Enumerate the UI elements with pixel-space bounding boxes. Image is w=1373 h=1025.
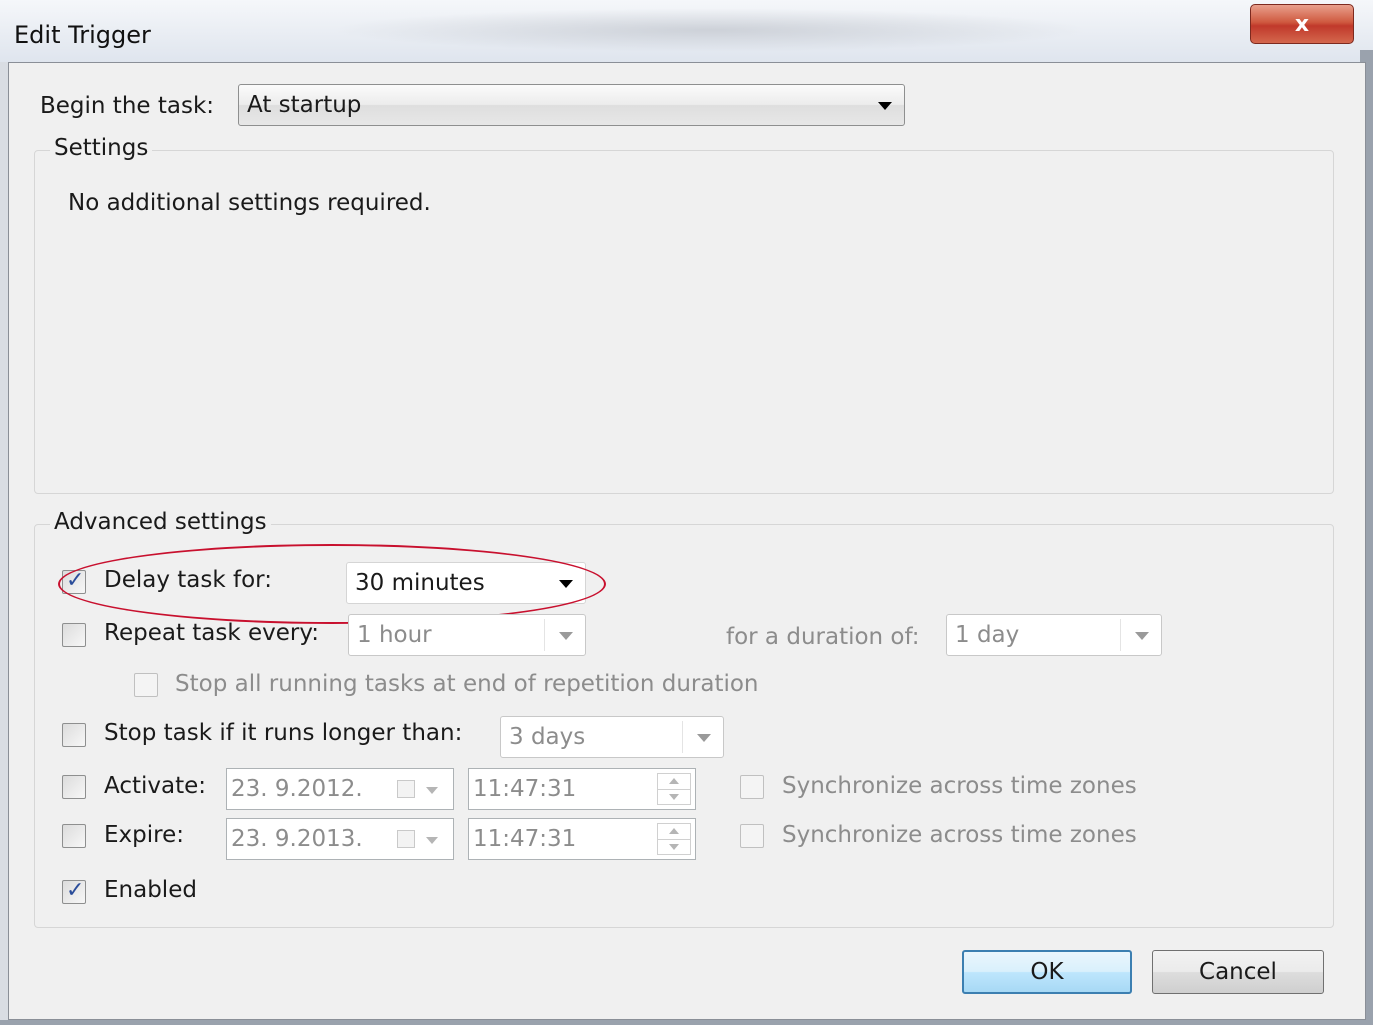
expire-date-value: 23. 9.2013. <box>231 826 363 852</box>
chevron-down-icon <box>697 734 711 742</box>
calendar-icon <box>397 830 415 848</box>
enabled-label: Enabled <box>104 877 197 903</box>
stop-longer-checkbox[interactable] <box>62 723 86 747</box>
title-bar-background <box>330 8 1090 52</box>
spin-down-icon <box>669 794 679 800</box>
chevron-down-icon <box>559 632 573 640</box>
cancel-button[interactable]: Cancel <box>1152 950 1324 994</box>
advanced-settings-title: Advanced settings <box>50 509 271 535</box>
activate-checkbox[interactable] <box>62 775 86 799</box>
stop-all-checkbox[interactable] <box>134 673 158 697</box>
stop-longer-value: 3 days <box>509 724 586 750</box>
chevron-down-icon <box>1135 632 1149 640</box>
stop-longer-dropdown[interactable]: 3 days <box>500 716 724 758</box>
spin-up-icon <box>669 828 679 834</box>
expire-time-value: 11:47:31 <box>473 826 577 852</box>
expire-label: Expire: <box>104 822 184 848</box>
activate-date-value: 23. 9.2012. <box>231 776 363 802</box>
stop-all-label: Stop all running tasks at end of repetit… <box>175 671 759 697</box>
calendar-icon <box>397 780 415 798</box>
expire-sync-label: Synchronize across time zones <box>782 822 1137 848</box>
activate-sync-checkbox[interactable] <box>740 775 764 799</box>
expire-date-picker[interactable]: 23. 9.2013. <box>226 818 454 860</box>
expire-checkbox[interactable] <box>62 824 86 848</box>
expire-sync-checkbox[interactable] <box>740 824 764 848</box>
stop-longer-label: Stop task if it runs longer than: <box>104 720 463 746</box>
dropdown-separator <box>544 619 545 651</box>
settings-message: No additional settings required. <box>68 190 431 216</box>
duration-label: for a duration of: <box>726 624 920 650</box>
window-frame-bottom <box>0 1020 1373 1025</box>
spinner-icon[interactable] <box>657 773 691 805</box>
activate-sync-label: Synchronize across time zones <box>782 773 1137 799</box>
activate-time-field[interactable]: 11:47:31 <box>468 768 696 810</box>
spinner-icon[interactable] <box>657 823 691 855</box>
title-bar: Edit Trigger x <box>0 0 1373 62</box>
duration-dropdown[interactable]: 1 day <box>946 614 1162 656</box>
window-title: Edit Trigger <box>14 21 151 49</box>
begin-task-value: At startup <box>247 92 362 118</box>
ok-button[interactable]: OK <box>962 950 1132 994</box>
spin-down-icon <box>669 844 679 850</box>
dropdown-separator <box>1120 619 1121 651</box>
chevron-down-icon <box>426 787 438 794</box>
dropdown-separator <box>682 721 683 753</box>
expire-time-field[interactable]: 11:47:31 <box>468 818 696 860</box>
activate-label: Activate: <box>104 773 207 799</box>
begin-task-dropdown[interactable]: At startup <box>238 84 905 126</box>
repeat-checkbox[interactable] <box>62 623 86 647</box>
begin-task-label: Begin the task: <box>40 93 215 119</box>
close-button[interactable]: x <box>1250 4 1354 44</box>
spin-up-icon <box>669 778 679 784</box>
close-icon: x <box>1294 12 1310 37</box>
activate-time-value: 11:47:31 <box>473 776 577 802</box>
repeat-dropdown[interactable]: 1 hour <box>348 614 586 656</box>
chevron-down-icon <box>426 837 438 844</box>
check-icon: ✓ <box>66 878 85 903</box>
highlight-ellipse <box>58 544 606 624</box>
chevron-down-icon <box>878 102 892 110</box>
enabled-checkbox[interactable]: ✓ <box>62 878 86 904</box>
repeat-label: Repeat task every: <box>104 620 320 646</box>
settings-group-title: Settings <box>50 135 153 161</box>
repeat-value: 1 hour <box>357 622 432 648</box>
activate-date-picker[interactable]: 23. 9.2012. <box>226 768 454 810</box>
duration-value: 1 day <box>955 622 1020 648</box>
